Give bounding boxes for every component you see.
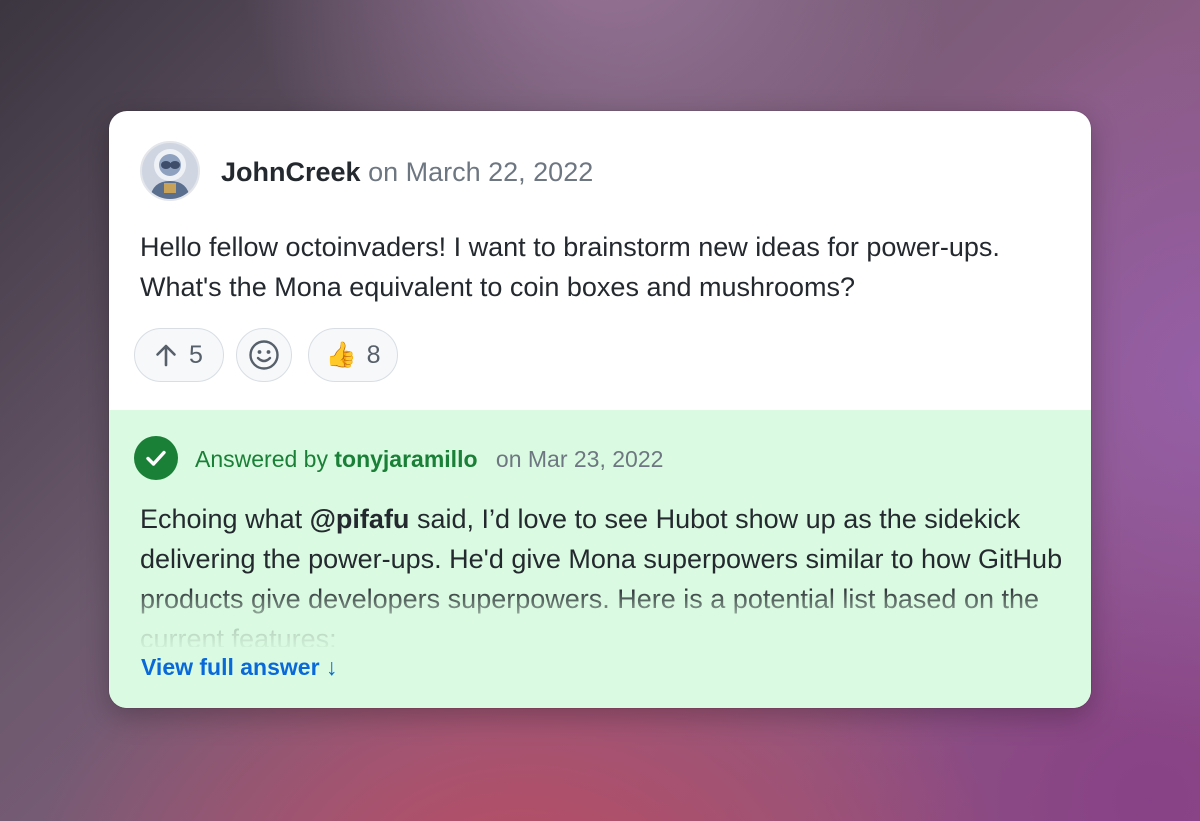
thumbs-up-count: 8 — [366, 340, 381, 369]
post-date[interactable]: on March 22, 2022 — [368, 157, 593, 187]
discussion-post: JohnCreek on March 22, 2022 Hello fellow… — [109, 111, 1091, 410]
answered-by-line: Answered by tonyjaramillo on Mar 23, 202… — [195, 446, 663, 472]
arrow-up-icon — [155, 343, 177, 367]
mention-link[interactable]: @pifafu — [310, 504, 410, 534]
answered-by-label: Answered by — [195, 446, 328, 472]
post-body: Hello fellow octoinvaders! I want to bra… — [140, 232, 1000, 302]
accepted-answer: Answered by tonyjaramillo on Mar 23, 202… — [109, 410, 1091, 708]
post-header: JohnCreek on March 22, 2022 — [221, 156, 593, 188]
thumbs-up-icon: 👍 — [325, 340, 357, 369]
discussion-card: JohnCreek on March 22, 2022 Hello fellow… — [109, 111, 1091, 708]
upvote-count: 5 — [189, 340, 203, 369]
upvote-button[interactable]: 5 — [134, 328, 224, 382]
answer-date[interactable]: on Mar 23, 2022 — [496, 446, 664, 472]
answer-body: Echoing what @pifafu said, I’d love to s… — [140, 499, 1070, 647]
avatar[interactable] — [140, 141, 200, 201]
view-full-answer-link[interactable]: View full answer ↓ — [141, 653, 337, 681]
post-author[interactable]: JohnCreek — [221, 157, 361, 187]
answerer-link[interactable]: tonyjaramillo — [334, 446, 477, 472]
add-reaction-button[interactable] — [236, 328, 292, 382]
thumbs-up-reaction[interactable]: 👍 8 — [308, 328, 398, 382]
smiley-icon — [248, 339, 280, 371]
answer-text-before: Echoing what — [140, 504, 310, 534]
check-circle-icon — [134, 436, 178, 480]
